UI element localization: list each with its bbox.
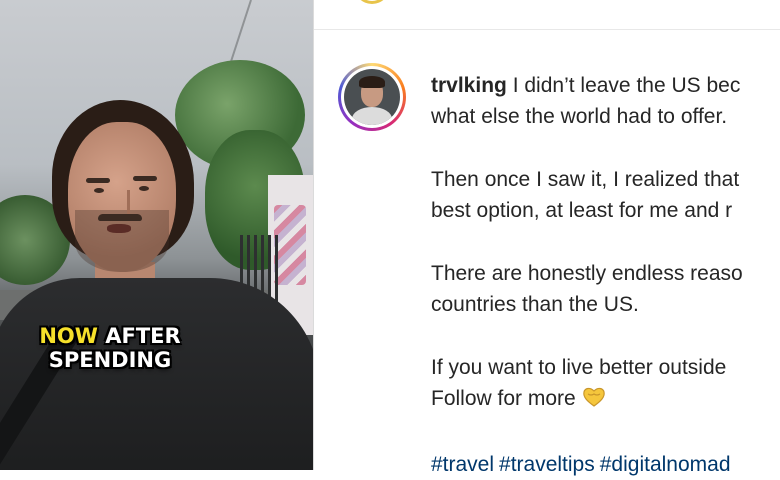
profile-avatar[interactable] <box>344 69 400 125</box>
eye <box>139 186 149 191</box>
caption-highlight: NOW <box>39 324 98 348</box>
hashtag-link[interactable]: #traveltips <box>499 453 595 476</box>
caption-paragraph-4: If you want to live better outside Follo… <box>431 352 780 417</box>
eyebrow <box>86 178 110 183</box>
caption-paragraph-1: trvlking I didn’t leave the US bec what … <box>431 74 741 128</box>
caption-paragraph-3: There are honestly endless reaso countri… <box>431 262 743 316</box>
caption-paragraph-2: Then once I saw it, I realized that best… <box>431 168 740 222</box>
graffiti <box>274 205 306 285</box>
hashtag-link[interactable]: #travel <box>431 453 494 476</box>
eyebrow <box>133 176 157 181</box>
header-avatar-icon[interactable] <box>354 0 390 4</box>
post-caption: trvlking I didn’t leave the US bec what … <box>431 70 780 480</box>
video-caption-line1: NOW AFTER <box>0 324 220 348</box>
hashtag-link[interactable]: #digitalnomad <box>600 453 731 476</box>
story-ring[interactable] <box>338 63 406 131</box>
caption-text: AFTER <box>97 324 181 348</box>
hashtag-row: #travel #traveltips #digitalnomad <box>431 449 780 480</box>
post-header-bar <box>314 0 780 30</box>
eye <box>94 188 104 193</box>
username-link[interactable]: trvlking <box>431 74 507 97</box>
mustache <box>98 214 142 221</box>
video-caption-line2: SPENDING <box>48 348 172 372</box>
mouth <box>107 224 131 233</box>
video-frame[interactable]: NOW AFTER SPENDING <box>0 0 313 470</box>
heart-hands-icon <box>582 386 606 417</box>
post-panel: trvlking I didn’t leave the US bec what … <box>313 0 780 476</box>
